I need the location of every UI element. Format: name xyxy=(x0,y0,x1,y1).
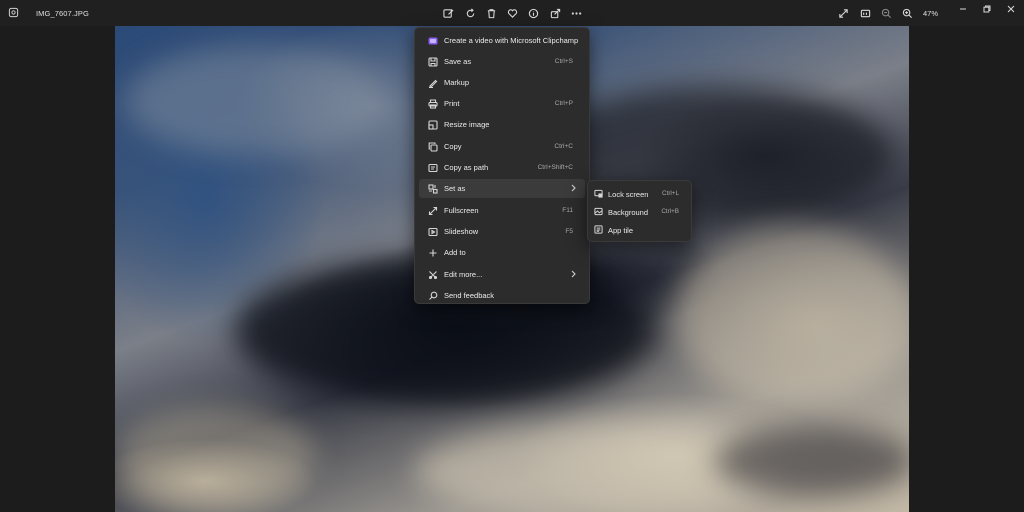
add-icon xyxy=(427,247,438,258)
menu-item-clipchamp[interactable]: Create a video with Microsoft Clipchamp xyxy=(419,31,585,50)
menu-item-add-to[interactable]: Add to xyxy=(419,243,585,262)
menu-item-markup[interactable]: Markup xyxy=(419,73,585,92)
markup-icon xyxy=(427,77,438,88)
info-icon[interactable] xyxy=(526,6,540,20)
cloud-shape xyxy=(715,426,909,496)
slideshow-icon xyxy=(427,226,438,237)
title-bar: IMG_7607.JPG 47% xyxy=(0,0,1024,26)
menu-item-save-as[interactable]: Save as Ctrl+S xyxy=(419,52,585,71)
rotate-icon[interactable] xyxy=(463,6,477,20)
resize-icon xyxy=(427,119,438,130)
submenu-item-lock-screen[interactable]: Lock screen Ctrl+L xyxy=(591,185,688,202)
minimize-button[interactable] xyxy=(954,3,972,15)
set-as-submenu: Lock screen Ctrl+L Background Ctrl+B App… xyxy=(587,180,692,242)
menu-item-set-as[interactable]: Set as xyxy=(419,179,585,198)
actual-size-icon[interactable] xyxy=(858,6,872,20)
fit-to-window-icon[interactable] xyxy=(836,6,850,20)
more-icon[interactable] xyxy=(569,6,583,20)
copy-icon xyxy=(427,141,438,152)
menu-item-print[interactable]: Print Ctrl+P xyxy=(419,94,585,113)
menu-item-edit-more[interactable]: Edit more... xyxy=(419,265,585,284)
print-icon xyxy=(427,98,438,109)
photos-app-icon[interactable] xyxy=(2,2,24,23)
menu-item-fullscreen[interactable]: Fullscreen F11 xyxy=(419,201,585,220)
close-button[interactable] xyxy=(1002,3,1020,15)
restore-button[interactable] xyxy=(978,3,996,15)
cloud-shape xyxy=(675,226,909,406)
zoom-out-icon[interactable] xyxy=(879,6,893,20)
submenu-item-background[interactable]: Background Ctrl+B xyxy=(591,203,688,220)
edit-more-icon xyxy=(427,269,438,280)
context-menu: Create a video with Microsoft Clipchamp … xyxy=(414,27,590,304)
clipchamp-icon xyxy=(427,35,438,46)
menu-item-slideshow[interactable]: Slideshow F5 xyxy=(419,222,585,241)
submenu-item-app-tile[interactable]: App tile xyxy=(591,221,688,238)
chevron-right-icon xyxy=(569,269,577,279)
app-tile-icon xyxy=(594,225,604,235)
menu-item-resize-image[interactable]: Resize image xyxy=(419,115,585,134)
lock-screen-icon xyxy=(594,189,604,199)
copy-path-icon xyxy=(427,162,438,173)
edit-image-icon[interactable] xyxy=(441,6,455,20)
menu-item-send-feedback[interactable]: Send feedback xyxy=(419,286,585,305)
menu-item-copy[interactable]: Copy Ctrl+C xyxy=(419,137,585,156)
set-as-icon xyxy=(427,183,438,194)
feedback-icon xyxy=(427,290,438,301)
background-icon xyxy=(594,207,604,217)
delete-icon[interactable] xyxy=(484,6,498,20)
favorite-icon[interactable] xyxy=(505,6,519,20)
cloud-shape xyxy=(115,406,315,506)
save-icon xyxy=(427,56,438,67)
cloud-shape xyxy=(125,46,385,156)
share-icon[interactable] xyxy=(548,6,562,20)
zoom-level[interactable]: 47% xyxy=(923,9,938,18)
file-name: IMG_7607.JPG xyxy=(36,9,89,18)
fullscreen-icon xyxy=(427,205,438,216)
menu-item-copy-as-path[interactable]: Copy as path Ctrl+Shift+C xyxy=(419,158,585,177)
chevron-right-icon xyxy=(569,183,577,193)
zoom-in-icon[interactable] xyxy=(900,6,914,20)
